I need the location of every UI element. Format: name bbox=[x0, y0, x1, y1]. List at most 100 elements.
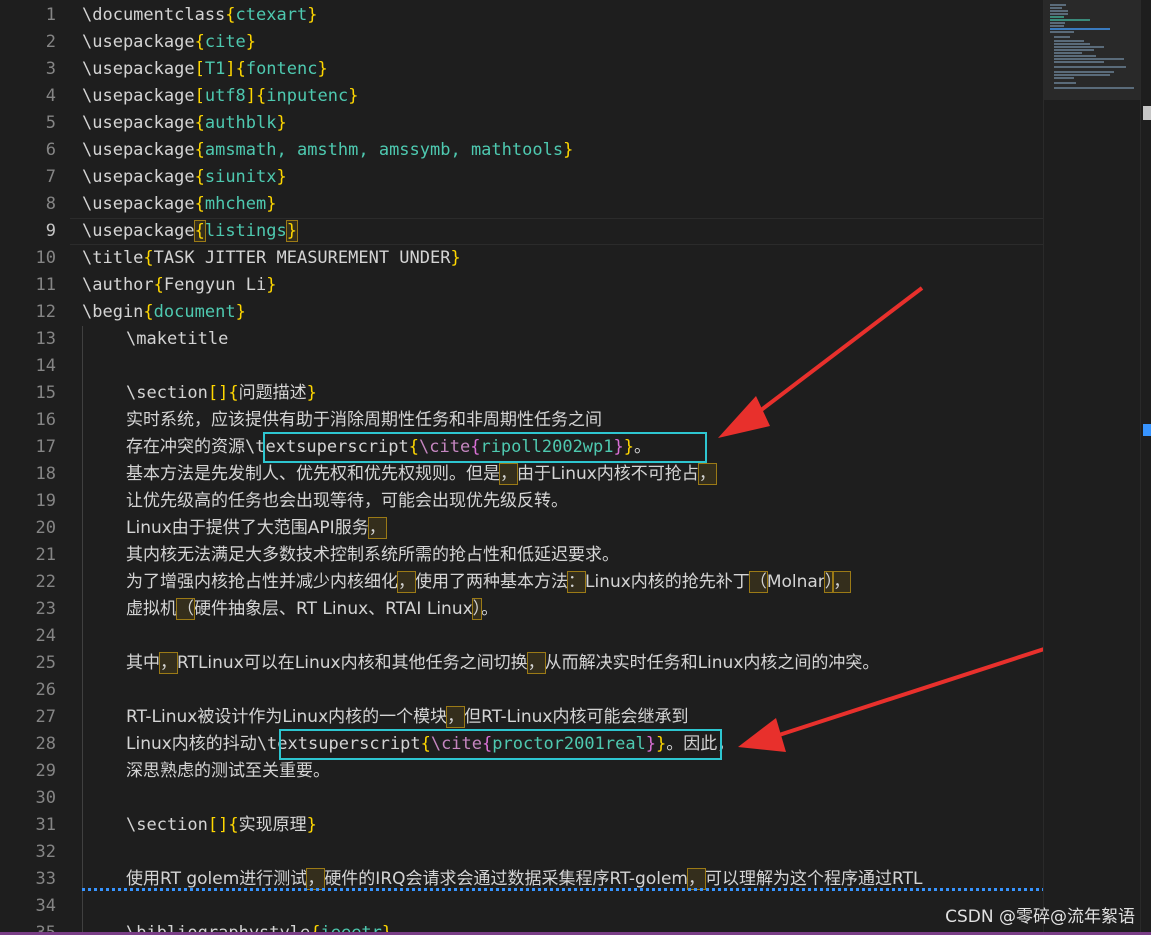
unicode-highlight: ， bbox=[397, 571, 416, 593]
code-line-9[interactable]: \usepackage{listings} bbox=[82, 218, 299, 245]
text: 其中 bbox=[126, 653, 160, 673]
text: Linux内核的抖动 bbox=[126, 734, 257, 754]
code-line-1[interactable]: \documentclass{ctexart} bbox=[82, 2, 317, 29]
code-line-11[interactable]: \author{Fengyun Li} bbox=[82, 272, 277, 299]
command: \usepackage bbox=[82, 113, 195, 133]
unicode-highlight: ， bbox=[159, 652, 178, 674]
text: RTLinux可以在Linux内核和其他任务之间切换 bbox=[177, 653, 528, 673]
unicode-highlight: ， bbox=[526, 652, 546, 674]
line-number: 11 bbox=[35, 275, 56, 295]
argument: document bbox=[153, 302, 236, 322]
text: Linux由于提供了大范围API服务 bbox=[126, 518, 369, 538]
code-line-18[interactable]: 基本方法是先发制人、优先权和优先权规则。但是，由于Linux内核不可抢占， bbox=[126, 461, 717, 488]
code-line-7[interactable]: \usepackage{siunitx} bbox=[82, 164, 287, 191]
line-number: 18 bbox=[35, 464, 56, 484]
text: 硬件抽象层、RT Linux、RTAI Linux bbox=[194, 599, 473, 619]
minimap[interactable] bbox=[1043, 0, 1141, 935]
line-number: 17 bbox=[35, 437, 56, 457]
text: 可以理解为这个程序通过RTL bbox=[705, 869, 923, 889]
command: \section bbox=[126, 815, 208, 835]
text: 虚拟机 bbox=[126, 599, 177, 619]
text: 使用RT golem进行测试 bbox=[126, 869, 308, 889]
text: 其内核无法满足大多数技术控制系统所需的抢占性和低延迟要求。 bbox=[126, 545, 619, 565]
code-line-29[interactable]: 深思熟虑的测试至关重要。 bbox=[126, 758, 330, 785]
line-number: 22 bbox=[35, 572, 56, 592]
code-line-15[interactable]: \section[]{问题描述} bbox=[126, 380, 317, 407]
code-line-5[interactable]: \usepackage{authblk} bbox=[82, 110, 287, 137]
code-line-4[interactable]: \usepackage[utf8]{inputenc} bbox=[82, 83, 358, 110]
text: 深思熟虑的测试至关重要。 bbox=[126, 761, 330, 781]
line-number: 19 bbox=[35, 491, 56, 511]
code-line-19[interactable]: 让优先级高的任务也会出现等待，可能会出现优先级反转。 bbox=[126, 488, 568, 515]
unicode-highlight: ， bbox=[697, 463, 717, 485]
line-number: 34 bbox=[35, 896, 56, 916]
argument: 问题描述 bbox=[238, 383, 307, 403]
command: \section bbox=[126, 383, 208, 403]
code-line-2[interactable]: \usepackage{cite} bbox=[82, 29, 256, 56]
argument: siunitx bbox=[204, 167, 277, 187]
argument: Fengyun Li bbox=[163, 275, 267, 295]
unicode-highlight: ， bbox=[306, 868, 326, 890]
line-number: 15 bbox=[35, 383, 56, 403]
code-line-21[interactable]: 其内核无法满足大多数技术控制系统所需的抢占性和低延迟要求。 bbox=[126, 542, 619, 569]
command: \documentclass bbox=[82, 5, 226, 25]
unicode-highlight: ， bbox=[367, 517, 387, 539]
code-editor[interactable]: 1 2 3 4 5 6 7 8 9 10 11 12 13 14 15 16 17 18 19 20 21 22 23 24 2… bbox=[0, 0, 1043, 935]
code-line-23[interactable]: 虚拟机（硬件抽象层、RT Linux、RTAI Linux）。 bbox=[126, 596, 498, 623]
line-number: 29 bbox=[35, 761, 56, 781]
code-line-27[interactable]: RT-Linux被设计作为Linux内核的一个模块，但RT-Linux内核可能会… bbox=[126, 704, 688, 731]
text: 硬件的IRQ会请求会通过数据采集程序RT-golem bbox=[324, 869, 688, 889]
code-line-3[interactable]: \usepackage[T1]{fontenc} bbox=[82, 56, 328, 83]
spelling-squiggle bbox=[82, 888, 1043, 891]
command: \begin bbox=[82, 302, 144, 322]
unicode-highlight: ， bbox=[499, 463, 518, 485]
code-line-22[interactable]: 为了增强内核抢占性并减少内核细化，使用了两种基本方法：Linux内核的抢先补丁（… bbox=[126, 569, 852, 596]
argument: TASK JITTER MEASUREMENT UNDER bbox=[153, 248, 451, 268]
annotation-box-1 bbox=[263, 432, 707, 463]
text: 为了增强内核抢占性并减少内核细化 bbox=[126, 572, 398, 592]
code-line-25[interactable]: 其中，RTLinux可以在Linux内核和其他任务之间切换，从而解决实时任务和L… bbox=[126, 650, 879, 677]
command: \maketitle bbox=[126, 329, 229, 349]
line-number: 25 bbox=[35, 653, 56, 673]
unicode-highlight: ： bbox=[567, 571, 586, 593]
argument: inputenc bbox=[266, 86, 349, 106]
code-line-13[interactable]: \maketitle bbox=[126, 326, 228, 353]
command: \usepackage bbox=[82, 194, 195, 214]
line-number: 26 bbox=[35, 680, 56, 700]
text: 但RT-Linux内核可能会继承到 bbox=[464, 707, 689, 727]
code-line-31[interactable]: \section[]{实现原理} bbox=[126, 812, 317, 839]
argument: mhchem bbox=[204, 194, 267, 214]
code-line-20[interactable]: Linux由于提供了大范围API服务， bbox=[126, 515, 387, 542]
text: 存在冲突的资源 bbox=[126, 437, 245, 457]
code-area[interactable]: \documentclass{ctexart} \usepackage{cite… bbox=[70, 0, 1043, 935]
text: 基本方法是先发制人、优先权和优先权规则。但是 bbox=[126, 464, 500, 484]
line-number: 1 bbox=[45, 5, 56, 25]
unicode-highlight: （ bbox=[748, 571, 768, 593]
text: 。 bbox=[481, 599, 499, 619]
annotation-box-2 bbox=[279, 729, 722, 760]
command: \usepackage bbox=[82, 32, 195, 52]
text: Molnar bbox=[766, 572, 825, 592]
command: \author bbox=[82, 275, 154, 295]
code-line-10[interactable]: \title{TASK JITTER MEASUREMENT UNDER} bbox=[82, 245, 461, 272]
line-number: 12 bbox=[35, 302, 56, 322]
code-line-8[interactable]: \usepackage{mhchem} bbox=[82, 191, 277, 218]
line-number: 21 bbox=[35, 545, 56, 565]
command: \usepackage bbox=[82, 86, 195, 106]
code-line-6[interactable]: \usepackage{amsmath, amsthm, amssymb, ma… bbox=[82, 137, 573, 164]
argument: 实现原理 bbox=[238, 815, 307, 835]
line-number: 23 bbox=[35, 599, 56, 619]
unicode-highlight: ， bbox=[832, 571, 852, 593]
line-number: 9 bbox=[45, 221, 56, 241]
line-number: 24 bbox=[35, 626, 56, 646]
command: \title bbox=[82, 248, 144, 268]
code-line-16[interactable]: 实时系统，应该提供有助于消除周期性任务和非周期性任务之间 bbox=[126, 407, 602, 434]
code-line-12[interactable]: \begin{document} bbox=[82, 299, 246, 326]
vertical-scrollbar[interactable] bbox=[1140, 0, 1151, 935]
argument: listings bbox=[204, 221, 287, 241]
scrollbar-marker bbox=[1143, 106, 1151, 120]
command: \usepackage bbox=[82, 140, 195, 160]
watermark: CSDN @零碎@流年絮语 bbox=[945, 907, 1135, 927]
command: \usepackage bbox=[82, 167, 195, 187]
unicode-highlight: ， bbox=[446, 706, 466, 728]
